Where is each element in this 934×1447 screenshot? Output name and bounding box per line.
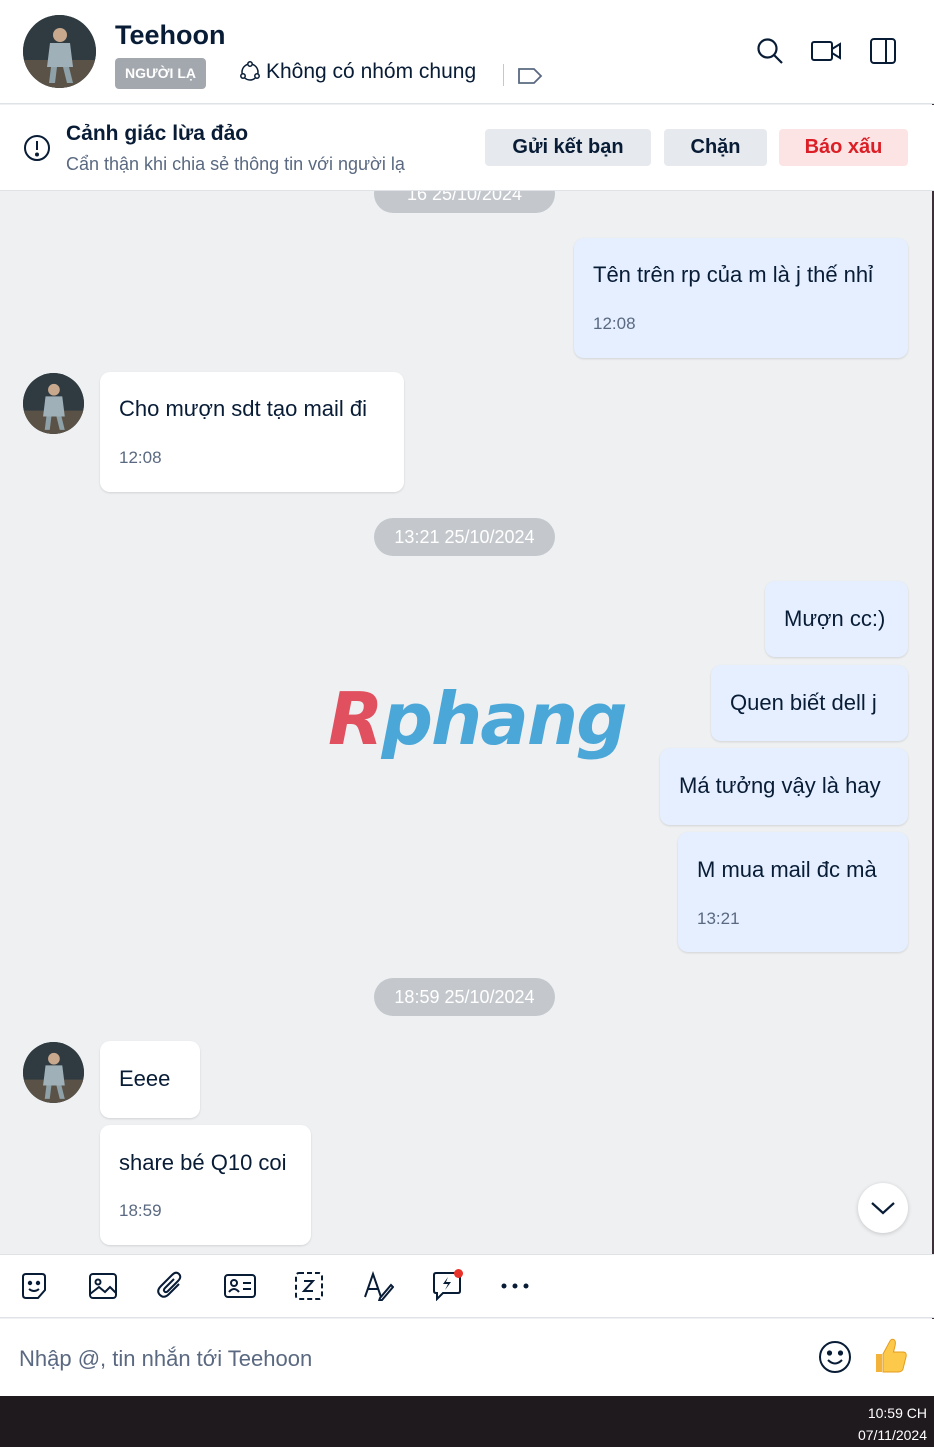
toggle-sidebar-button[interactable] <box>865 33 901 69</box>
group-icon <box>240 61 260 81</box>
sidebar-panel-icon <box>870 38 896 64</box>
watermark-logo: Rphang <box>328 677 628 761</box>
image-icon <box>89 1273 117 1299</box>
send-friend-request-button[interactable]: Gửi kết bạn <box>485 129 651 166</box>
alert-circle-icon <box>23 134 51 167</box>
date-separator: 13:21 25/10/2024 <box>374 518 555 556</box>
contact-card-icon <box>224 1274 256 1298</box>
stranger-badge: NGƯỜI LẠ <box>115 58 206 89</box>
message-bubble-received[interactable]: Eeee <box>100 1041 200 1118</box>
contact-avatar[interactable] <box>23 15 96 88</box>
quick-like-button[interactable] <box>872 1337 908 1380</box>
sticker-button[interactable] <box>17 1269 51 1303</box>
report-button[interactable]: Báo xấu <box>779 129 908 166</box>
sender-avatar[interactable] <box>23 1042 84 1103</box>
video-camera-icon <box>811 41 841 61</box>
message-time: 13:21 <box>697 909 740 928</box>
message-time: 18:59 <box>119 1201 162 1220</box>
text-format-icon <box>364 1271 394 1301</box>
message-text: Quen biết dell j <box>730 690 877 715</box>
message-text: Má tưởng vậy là hay <box>679 773 881 798</box>
block-button[interactable]: Chặn <box>664 129 767 166</box>
clock-time: 10:59 CH <box>867 1405 927 1421</box>
screenshot-button[interactable] <box>292 1269 326 1303</box>
attach-file-button[interactable] <box>154 1269 188 1303</box>
message-bubble-sent[interactable]: Tên trên rp của m là j thế nhỉ 12:08 <box>574 238 908 358</box>
more-horizontal-icon <box>501 1283 529 1289</box>
message-text: M mua mail đc mà <box>697 857 877 882</box>
message-input[interactable] <box>19 1342 799 1376</box>
notification-dot <box>454 1269 463 1278</box>
text-format-button[interactable] <box>361 1269 395 1303</box>
thumbs-up-icon <box>876 1338 907 1373</box>
header-divider <box>503 64 504 86</box>
message-bubble-received[interactable]: Cho mượn sdt tạo mail đi 12:08 <box>100 372 404 492</box>
emoji-smile-icon <box>819 1341 851 1373</box>
date-separator: 18:59 25/10/2024 <box>374 978 555 1016</box>
screenshot-capture-icon <box>295 1272 323 1300</box>
warning-subtitle: Cẩn thận khi chia sẻ thông tin với người… <box>66 154 405 174</box>
message-text: share bé Q10 coi <box>119 1150 287 1175</box>
date-separator: 16 25/10/2024 <box>374 191 555 213</box>
message-time: 12:08 <box>593 314 636 333</box>
composer-toolbar <box>0 1254 934 1318</box>
video-call-button[interactable] <box>808 33 844 69</box>
common-groups-label: Không có nhóm chung <box>266 60 477 83</box>
send-image-button[interactable] <box>86 1269 120 1303</box>
paperclip-icon <box>157 1271 182 1298</box>
message-bubble-sent[interactable]: M mua mail đc mà 13:21 <box>678 832 908 952</box>
common-groups[interactable]: Không có nhóm chung <box>238 60 476 84</box>
contact-name[interactable]: Teehoon <box>115 20 226 51</box>
message-time: 12:08 <box>119 448 162 467</box>
message-bubble-sent[interactable]: Má tưởng vậy là hay <box>660 748 908 825</box>
search-icon <box>757 38 783 64</box>
os-taskbar <box>0 1396 934 1447</box>
scroll-to-bottom-button[interactable] <box>858 1183 908 1233</box>
more-options-button[interactable] <box>498 1269 532 1303</box>
message-bubble-sent[interactable]: Quen biết dell j <box>711 665 908 741</box>
message-bubble-received[interactable]: share bé Q10 coi 18:59 <box>100 1125 311 1245</box>
tag-icon[interactable] <box>517 66 543 91</box>
message-text: Mượn cc:) <box>784 606 886 631</box>
clock-date: 07/11/2024 <box>857 1427 927 1443</box>
search-button[interactable] <box>752 33 788 69</box>
message-list[interactable]: 16 25/10/2024 Tên trên rp của m là j thế… <box>0 191 934 1254</box>
send-contact-card-button[interactable] <box>223 1269 257 1303</box>
sender-avatar[interactable] <box>23 373 84 434</box>
chevron-down-icon <box>871 1202 895 1215</box>
message-bubble-sent[interactable]: Mượn cc:) <box>765 581 908 657</box>
warning-title: Cảnh giác lừa đảo <box>66 122 249 145</box>
message-text: Tên trên rp của m là j thế nhỉ <box>593 262 874 287</box>
message-text: Eeee <box>119 1066 171 1091</box>
emoji-button[interactable] <box>818 1340 852 1379</box>
system-clock[interactable]: 10:59 CH 07/11/2024 <box>858 1402 927 1446</box>
message-text: Cho mượn sdt tạo mail đi <box>119 396 368 421</box>
sticker-icon <box>22 1273 46 1299</box>
